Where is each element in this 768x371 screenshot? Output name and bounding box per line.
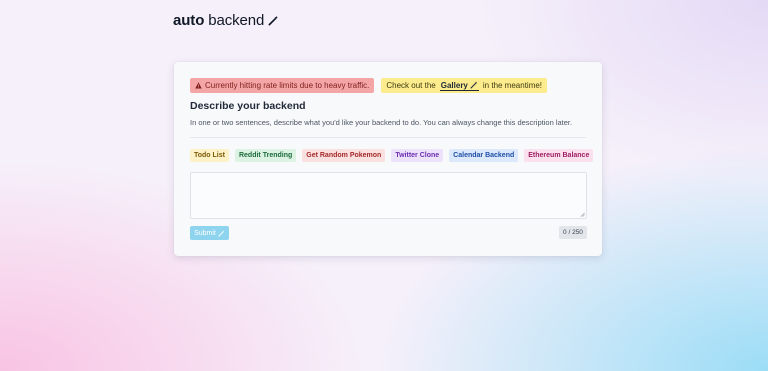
submit-label: Submit: [194, 229, 216, 237]
backend-description-input[interactable]: [190, 172, 587, 219]
gallery-link[interactable]: Gallery: [439, 80, 479, 91]
example-chip-calendar-backend[interactable]: Calendar Backend: [449, 149, 519, 162]
backend-form-card: Currently hitting rate limits due to hea…: [174, 62, 602, 256]
gallery-suffix-text: in the meantime!: [482, 81, 543, 90]
form-title: Describe your backend: [190, 100, 306, 112]
gallery-prefix-text: Check out the: [386, 81, 436, 90]
submit-button[interactable]: Submit: [190, 226, 229, 240]
gallery-alert: Check out the Gallery in the meantime!: [381, 78, 548, 93]
example-chip-ethereum-balance[interactable]: Ethereum Balance: [524, 149, 594, 162]
logo-text-auto: auto: [173, 12, 205, 29]
magic-wand-icon: [218, 229, 225, 237]
magic-wand-icon: [470, 81, 478, 89]
example-chip-twitter-clone[interactable]: Twitter Clone: [391, 149, 444, 162]
gallery-link-label: Gallery: [440, 80, 468, 90]
rate-limit-alert: Currently hitting rate limits due to hea…: [190, 78, 375, 93]
divider: [190, 137, 586, 138]
example-chip-reddit-trending[interactable]: Reddit Trending: [234, 149, 297, 162]
example-chip-get-random-pokemon[interactable]: Get Random Pokemon: [302, 149, 386, 162]
resize-grip-icon[interactable]: [580, 212, 585, 217]
warning-triangle-icon: [195, 82, 202, 89]
example-chips: Todo List Reddit Trending Get Random Pok…: [190, 149, 594, 162]
form-description: In one or two sentences, describe what y…: [190, 118, 573, 127]
alerts-row: Currently hitting rate limits due to hea…: [190, 78, 548, 93]
app-logo[interactable]: auto backend: [173, 12, 279, 29]
magic-wand-icon: [268, 15, 279, 26]
character-counter: 0 / 250: [559, 226, 587, 239]
rate-limit-text: Currently hitting rate limits due to hea…: [205, 81, 370, 90]
example-chip-todo-list[interactable]: Todo List: [190, 149, 229, 162]
logo-text-backend: backend: [208, 12, 265, 29]
